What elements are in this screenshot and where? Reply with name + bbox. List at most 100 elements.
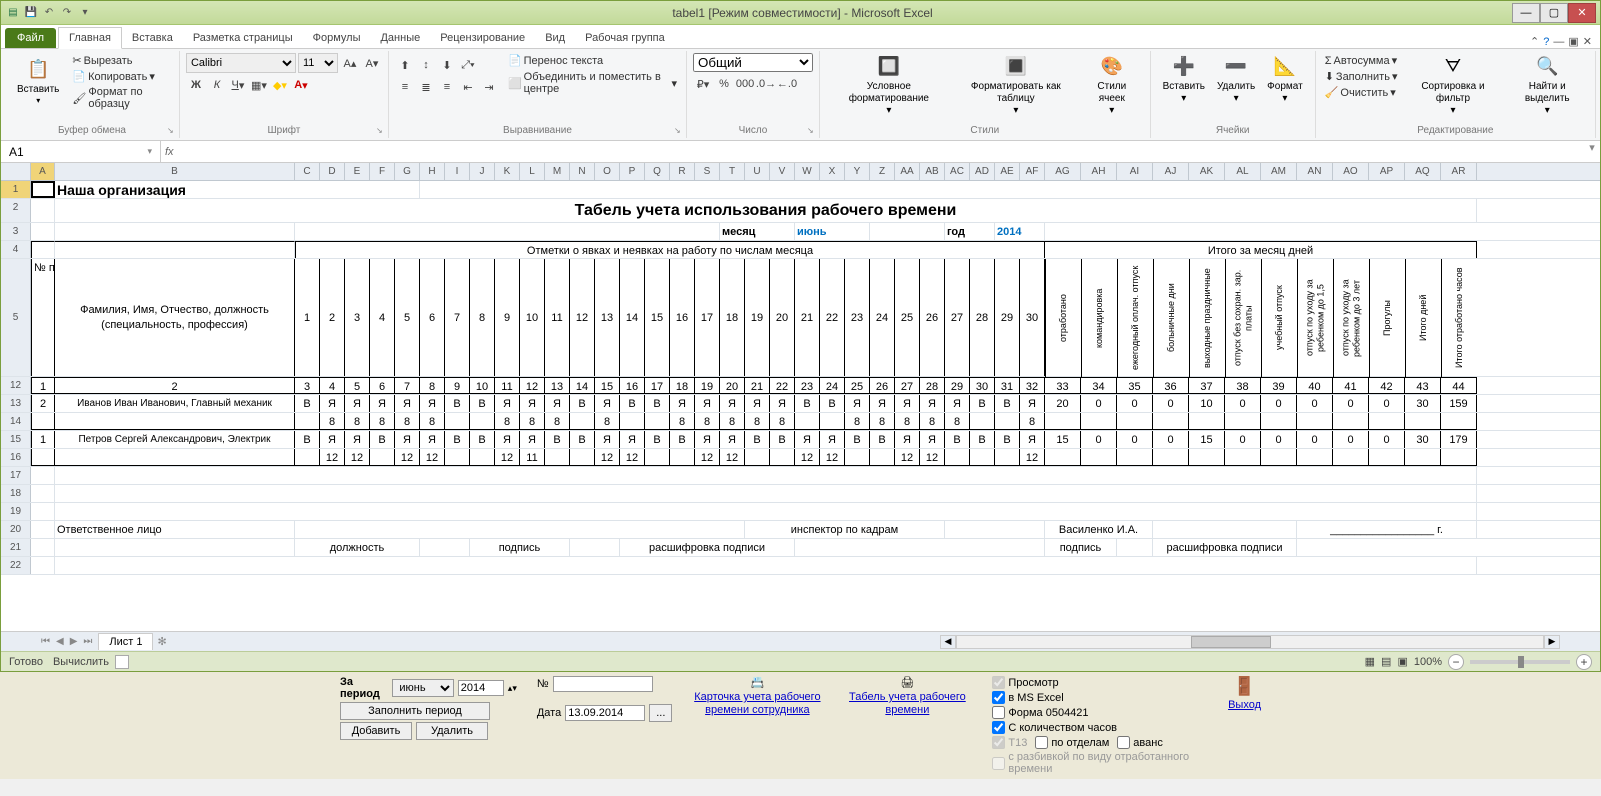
align-bottom-button[interactable]: ⬇ <box>437 55 457 75</box>
period-month-select[interactable]: июнь <box>392 679 453 697</box>
cell[interactable]: 0 <box>1225 395 1261 412</box>
cell[interactable]: инспектор по кадрам <box>745 521 945 538</box>
view-break-icon[interactable]: ▣ <box>1397 655 1407 668</box>
cell[interactable]: Я <box>395 431 420 448</box>
cell[interactable]: Я <box>895 395 920 412</box>
hours-checkbox[interactable] <box>992 721 1005 734</box>
cell[interactable]: 39 <box>1261 377 1297 394</box>
cell[interactable]: 8 <box>770 413 795 430</box>
paste-button[interactable]: 📋Вставить▾ <box>11 53 65 111</box>
worksheet[interactable]: ABCDEFGHIJKLMNOPQRSTUVWXYZAAABACADAEAFAG… <box>1 163 1600 631</box>
cell[interactable]: 8 <box>420 413 445 430</box>
cell[interactable]: 8 <box>695 413 720 430</box>
cell[interactable]: Я <box>620 431 645 448</box>
cell[interactable] <box>1045 449 1081 466</box>
cell[interactable] <box>620 413 645 430</box>
cell[interactable]: 29 <box>945 377 970 394</box>
cell[interactable]: 12 <box>320 449 345 466</box>
cell[interactable] <box>1369 413 1405 430</box>
file-tab[interactable]: Файл <box>5 28 56 48</box>
cell[interactable]: 16 <box>620 377 645 394</box>
cell[interactable]: 35 <box>1117 377 1153 394</box>
cell[interactable]: 12 <box>895 449 920 466</box>
avans-checkbox[interactable] <box>1117 736 1130 749</box>
cell[interactable] <box>55 557 1477 574</box>
zoom-level[interactable]: 100% <box>1414 656 1442 668</box>
cell[interactable]: 8 <box>345 413 370 430</box>
col-header[interactable]: AE <box>995 163 1020 180</box>
cell[interactable]: Я <box>370 395 395 412</box>
close-button[interactable]: ✕ <box>1568 3 1596 23</box>
cell[interactable]: Я <box>345 431 370 448</box>
cell[interactable]: 8 <box>845 413 870 430</box>
cell[interactable] <box>1261 449 1297 466</box>
cell[interactable]: 8 <box>520 413 545 430</box>
card-link[interactable]: Карточка учета рабочего времени сотрудни… <box>692 691 822 717</box>
cell[interactable]: В <box>470 431 495 448</box>
cell[interactable]: 12 <box>720 449 745 466</box>
cell[interactable] <box>1333 449 1369 466</box>
fx-icon[interactable]: fx <box>165 146 174 158</box>
cell[interactable]: 16 <box>670 259 695 376</box>
cut-button[interactable]: ✂ Вырезать <box>69 53 173 68</box>
cell[interactable]: 11 <box>520 449 545 466</box>
col-header[interactable]: AI <box>1117 163 1153 180</box>
cell[interactable] <box>645 449 670 466</box>
cell[interactable] <box>1369 449 1405 466</box>
cell[interactable] <box>445 449 470 466</box>
col-header[interactable]: AH <box>1081 163 1117 180</box>
col-header[interactable]: AL <box>1225 163 1261 180</box>
sort-filter-button[interactable]: ᗊСортировка и фильтр▾ <box>1404 53 1501 119</box>
cell[interactable]: № п/п <box>31 259 55 376</box>
cell[interactable]: В <box>645 431 670 448</box>
clipboard-launcher-icon[interactable]: ↘ <box>167 126 177 136</box>
cell[interactable]: Табель учета использования рабочего врем… <box>55 199 1477 222</box>
doc-minimize-icon[interactable]: — <box>1553 36 1564 48</box>
name-box[interactable]: A1 <box>9 145 24 159</box>
cell[interactable]: 28 <box>970 259 995 376</box>
tab-view[interactable]: Вид <box>535 28 575 48</box>
cell[interactable]: 8 <box>420 377 445 394</box>
cell[interactable]: 19 <box>695 377 720 394</box>
cell[interactable]: 8 <box>920 413 945 430</box>
cell[interactable]: В <box>745 431 770 448</box>
cell[interactable]: 22 <box>820 259 845 376</box>
col-header[interactable]: B <box>55 163 295 180</box>
percent-button[interactable]: % <box>714 74 734 94</box>
cell[interactable]: Я <box>870 395 895 412</box>
cell[interactable] <box>1117 413 1153 430</box>
cell[interactable] <box>31 521 55 538</box>
italic-button[interactable]: К <box>207 75 227 95</box>
cell[interactable]: 8 <box>495 413 520 430</box>
fill-color-button[interactable]: ◆▾ <box>270 75 290 95</box>
tab-nav-last-icon[interactable]: ⏭ <box>83 636 92 647</box>
cell[interactable]: Я <box>795 431 820 448</box>
cell[interactable]: 2 <box>320 259 345 376</box>
cell[interactable] <box>31 485 55 502</box>
cell[interactable]: отпуск по уходу за ребенком до 3 лет <box>1333 259 1369 377</box>
cell[interactable]: 14 <box>570 377 595 394</box>
form-checkbox[interactable] <box>992 706 1005 719</box>
cell[interactable]: 37 <box>1189 377 1225 394</box>
cell[interactable] <box>795 413 820 430</box>
cell[interactable]: Я <box>745 395 770 412</box>
cell[interactable]: 10 <box>520 259 545 376</box>
align-left-button[interactable]: ≡ <box>395 77 415 97</box>
cell[interactable] <box>31 413 55 430</box>
inc-decimal-button[interactable]: .0→ <box>756 74 776 94</box>
dec-decimal-button[interactable]: ←.0 <box>777 74 797 94</box>
cell[interactable] <box>820 413 845 430</box>
fill-period-button[interactable]: Заполнить период <box>340 702 490 720</box>
cell[interactable]: Я <box>520 395 545 412</box>
cell[interactable] <box>31 503 55 520</box>
zoom-slider[interactable] <box>1470 660 1570 664</box>
cell[interactable] <box>670 449 695 466</box>
cell[interactable]: ежегодный оплач. отпуск <box>1117 259 1153 377</box>
cell[interactable]: 5 <box>345 377 370 394</box>
col-header[interactable]: AN <box>1297 163 1333 180</box>
cell[interactable]: 1 <box>31 431 55 448</box>
delete-button[interactable]: Удалить <box>416 722 488 740</box>
cell[interactable]: В <box>370 431 395 448</box>
cell[interactable]: 1 <box>295 259 320 376</box>
cell[interactable]: выходные праздничные <box>1189 259 1225 377</box>
